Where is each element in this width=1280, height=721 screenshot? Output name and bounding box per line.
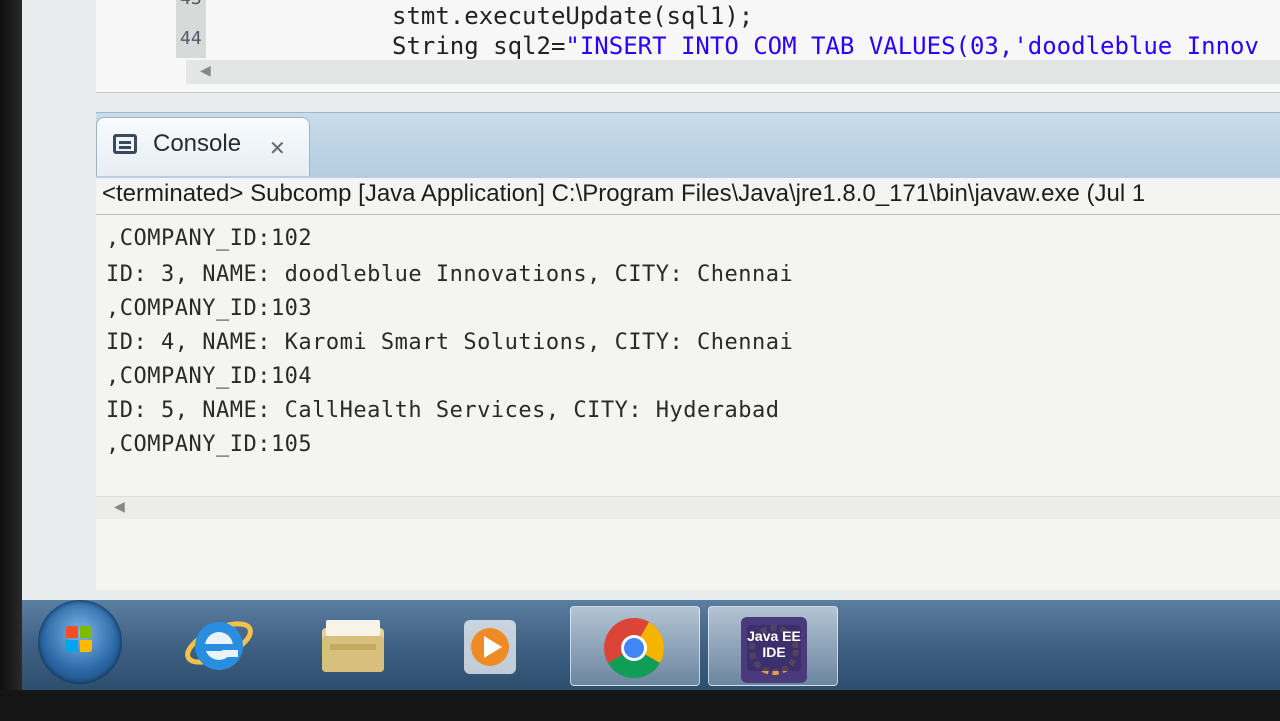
line-number: 44 (180, 28, 202, 49)
divider (96, 214, 1280, 215)
string-literal: "INSERT INTO COM TAB VALUES(03,'doodlebl… (565, 32, 1259, 60)
console-output-area[interactable]: <terminated> Subcomp [Java Application] … (96, 178, 1280, 590)
console-output-line: ID: 5, NAME: CallHealth Services, CITY: … (106, 398, 780, 423)
scroll-left-icon[interactable]: ◀ (200, 63, 211, 79)
code-editor[interactable]: 43 44 stmt.executeUpdate(sql1); String s… (96, 0, 1280, 93)
java-ee-label: Java EE (747, 628, 801, 644)
console-output-line: ID: 3, NAME: doodleblue Innovations, CIT… (106, 262, 794, 287)
windows-taskbar: Java EE IDE (22, 600, 1280, 690)
code-line[interactable]: stmt.executeUpdate(sql1); (392, 2, 753, 30)
line-number: 43 (180, 0, 220, 9)
console-view-tabbar: Console ✕ (96, 112, 1280, 179)
ide-label: IDE (762, 644, 786, 660)
console-icon (113, 134, 137, 154)
code-line[interactable]: String sql2="INSERT INTO COM TAB VALUES(… (392, 32, 1259, 60)
console-output-line: ,COMPANY_ID:102 (106, 226, 313, 251)
chrome-icon (604, 618, 664, 679)
start-button[interactable] (38, 600, 122, 684)
eclipse-window: 43 44 stmt.executeUpdate(sql1); String s… (22, 0, 1280, 600)
media-player-button[interactable] (430, 606, 540, 684)
ie-icon[interactable] (182, 606, 256, 680)
tab-console[interactable]: Console ✕ (96, 117, 310, 176)
console-output-line: ,COMPANY_ID:104 (106, 364, 313, 389)
windows-logo-icon (66, 626, 94, 654)
editor-horizontal-scrollbar[interactable]: ◀ (186, 60, 1280, 84)
java-ee-ide-taskbar-button[interactable]: Java EE IDE (708, 606, 838, 686)
console-process-description: <terminated> Subcomp [Java Application] … (102, 180, 1146, 207)
scroll-left-icon[interactable]: ◀ (114, 499, 125, 515)
folder-icon[interactable] (316, 612, 390, 676)
console-horizontal-scrollbar[interactable]: ◀ (96, 496, 1280, 519)
console-output-line: ,COMPANY_ID:105 (106, 432, 313, 457)
close-icon[interactable]: ✕ (269, 136, 286, 160)
play-icon (464, 620, 516, 674)
screen-bezel-bottom (0, 690, 1280, 721)
chrome-taskbar-button[interactable] (570, 606, 700, 686)
console-output-line: ,COMPANY_ID:103 (106, 296, 313, 321)
code-text: stmt.executeUpdate(sql1); (392, 2, 754, 30)
code-text: String sql2= (392, 32, 566, 60)
console-output-line: ID: 4, NAME: Karomi Smart Solutions, CIT… (106, 330, 794, 355)
screen-bezel (0, 0, 22, 721)
tab-console-label: Console (153, 130, 242, 157)
